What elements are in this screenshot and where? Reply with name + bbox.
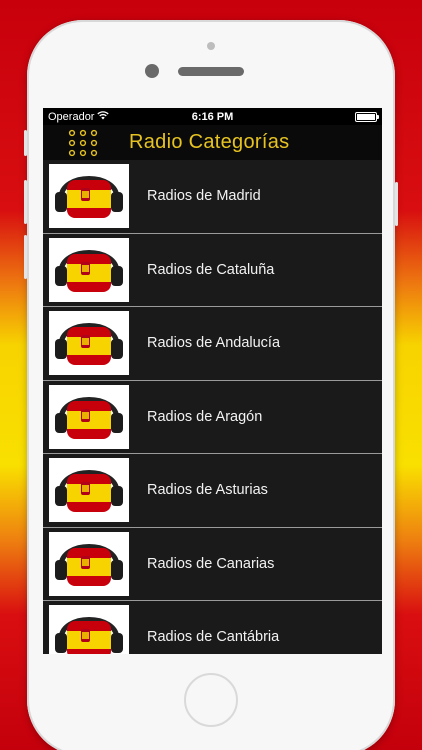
list-item-label: Radios de Canarias	[147, 555, 275, 572]
spain-flag-headphones-icon	[49, 605, 129, 654]
category-list: Radios de Madrid Radios de Cataluña Radi…	[43, 160, 382, 654]
volume-down-button	[24, 235, 27, 279]
menu-grid-icon[interactable]	[43, 125, 123, 160]
list-item-label: Radios de Cantábria	[147, 629, 280, 646]
page-title: Radio Categorías	[129, 131, 290, 153]
spain-flag-headphones-icon	[49, 164, 129, 229]
front-camera	[145, 64, 159, 78]
mute-switch	[24, 130, 27, 156]
status-time: 6:16 PM	[191, 110, 234, 123]
list-item-label: Radios de Andalucía	[147, 335, 281, 352]
list-item-madrid[interactable]: Radios de Madrid	[43, 160, 382, 234]
spain-flag-headphones-icon	[49, 384, 129, 449]
list-item-cantabria[interactable]: Radios de Cantábria	[43, 601, 382, 654]
camera-dot	[207, 42, 215, 50]
list-item-cataluna[interactable]: Radios de Cataluña	[43, 233, 382, 307]
list-item-label: Radios de Asturias	[147, 482, 268, 499]
list-item-andalucia[interactable]: Radios de Andalucía	[43, 307, 382, 381]
status-bar: Operador 6:16 PM	[43, 108, 382, 125]
home-button[interactable]	[184, 673, 238, 727]
list-item-label: Radios de Aragón	[147, 408, 263, 425]
navigation-bar: Radio Categorías	[43, 125, 382, 160]
list-item-asturias[interactable]: Radios de Asturias	[43, 454, 382, 528]
spain-flag-headphones-icon	[49, 531, 129, 596]
list-item-canarias[interactable]: Radios de Canarias	[43, 527, 382, 601]
spain-flag-headphones-icon	[49, 311, 129, 376]
battery-icon	[355, 111, 379, 122]
list-item-label: Radios de Madrid	[147, 188, 261, 205]
spain-flag-headphones-icon	[49, 237, 129, 302]
power-button	[395, 182, 398, 226]
spain-flag-headphones-icon	[49, 458, 129, 523]
list-item-label: Radios de Cataluña	[147, 261, 275, 278]
list-item-aragon[interactable]: Radios de Aragón	[43, 380, 382, 454]
earpiece-speaker	[178, 67, 244, 76]
volume-up-button	[24, 180, 27, 224]
app-screen: Operador 6:16 PM Radio Categorías Radios…	[43, 108, 382, 654]
